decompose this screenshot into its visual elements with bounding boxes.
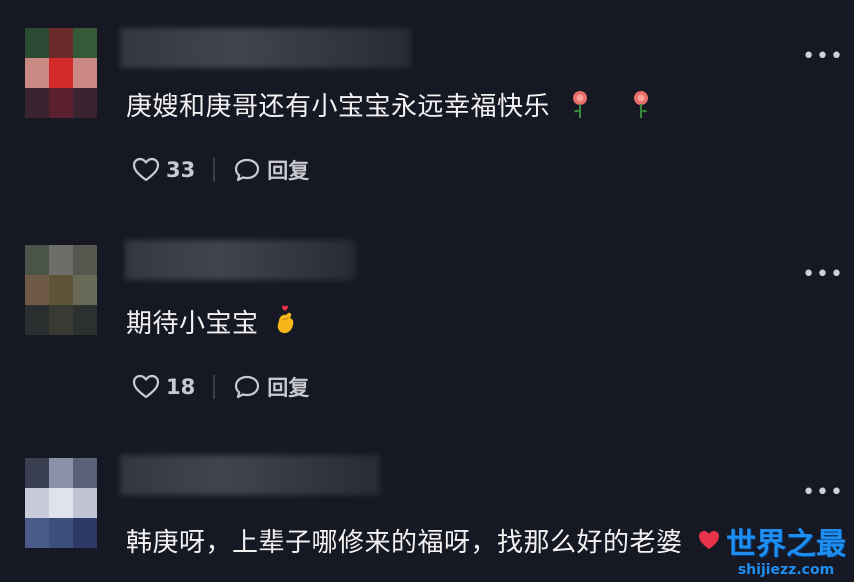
avatar-pixel bbox=[25, 58, 49, 88]
avatar[interactable] bbox=[25, 28, 97, 118]
like-button[interactable]: 33 bbox=[132, 157, 195, 183]
reply-button[interactable]: 回复 bbox=[233, 155, 309, 185]
comment-actions: 33 回复 bbox=[132, 155, 309, 185]
avatar-pixel bbox=[25, 518, 49, 548]
avatar-pixel bbox=[49, 58, 73, 88]
avatar-pixel bbox=[73, 58, 97, 88]
divider bbox=[213, 375, 216, 399]
avatar[interactable] bbox=[25, 458, 97, 548]
avatar-pixel bbox=[73, 305, 97, 335]
avatar-pixel bbox=[25, 28, 49, 58]
avatar-pixel bbox=[49, 518, 73, 548]
avatar-pixel bbox=[49, 28, 73, 58]
avatar-pixel bbox=[49, 305, 73, 335]
comment-list: ••• 庚嫂和庚哥还有小宝宝永远幸福快乐 33 回复 ••• 期待小宝宝 18 … bbox=[0, 0, 854, 582]
avatar-pixel bbox=[25, 488, 49, 518]
avatar-pixel bbox=[73, 488, 97, 518]
rose-icon bbox=[630, 89, 652, 126]
avatar-pixel bbox=[49, 275, 73, 305]
username-blurred[interactable] bbox=[125, 240, 355, 280]
username-blurred[interactable] bbox=[120, 28, 410, 68]
watermark-url: shijiezz.com bbox=[737, 562, 835, 578]
reply-label: 回复 bbox=[267, 159, 310, 183]
comment-text: 期待小宝宝 bbox=[126, 303, 299, 344]
avatar-pixel bbox=[25, 88, 49, 118]
avatar-pixel bbox=[73, 458, 97, 488]
heart-icon bbox=[697, 528, 721, 559]
reply-label: 回复 bbox=[267, 376, 310, 400]
watermark-title: 世界之最 bbox=[726, 527, 846, 562]
avatar-pixel bbox=[49, 488, 73, 518]
avatar-pixel bbox=[73, 275, 97, 305]
rose-icon bbox=[569, 89, 591, 126]
more-options-icon[interactable]: ••• bbox=[802, 482, 844, 504]
avatar-pixel bbox=[73, 88, 97, 118]
avatar-pixel bbox=[25, 275, 49, 305]
divider bbox=[213, 158, 216, 182]
heart-outline-icon bbox=[132, 157, 160, 182]
more-options-icon[interactable]: ••• bbox=[802, 264, 844, 286]
username-blurred[interactable] bbox=[120, 455, 380, 495]
chat-bubble-icon bbox=[235, 375, 260, 399]
avatar-pixel bbox=[73, 518, 97, 548]
comment-text-content: 韩庚呀，上辈子哪修来的福呀，找那么好的老婆 bbox=[126, 528, 683, 558]
finger-heart-icon bbox=[273, 305, 299, 344]
heart-outline-icon bbox=[132, 374, 160, 399]
like-count: 18 bbox=[166, 375, 196, 399]
avatar-pixel bbox=[49, 88, 73, 118]
avatar-pixel bbox=[49, 245, 73, 275]
avatar-pixel bbox=[73, 245, 97, 275]
reply-button[interactable]: 回复 bbox=[233, 372, 309, 402]
like-button[interactable]: 18 bbox=[132, 374, 195, 400]
avatar[interactable] bbox=[25, 245, 97, 335]
avatar-pixel bbox=[49, 458, 73, 488]
avatar-pixel bbox=[25, 458, 49, 488]
avatar-pixel bbox=[25, 305, 49, 335]
chat-bubble-icon bbox=[235, 158, 260, 182]
comment-text: 韩庚呀，上辈子哪修来的福呀，找那么好的老婆 bbox=[126, 522, 721, 559]
avatar-pixel bbox=[73, 28, 97, 58]
watermark-logo: 世界之最 shijiezz.com bbox=[726, 527, 846, 579]
comment-text: 庚嫂和庚哥还有小宝宝永远幸福快乐 bbox=[126, 86, 652, 126]
more-options-icon[interactable]: ••• bbox=[802, 46, 844, 68]
comment-text-content: 庚嫂和庚哥还有小宝宝永远幸福快乐 bbox=[126, 92, 551, 122]
like-count: 33 bbox=[166, 158, 196, 182]
avatar-pixel bbox=[25, 245, 49, 275]
comment-text-content: 期待小宝宝 bbox=[126, 309, 259, 339]
comment-actions: 18 回复 bbox=[132, 372, 309, 402]
